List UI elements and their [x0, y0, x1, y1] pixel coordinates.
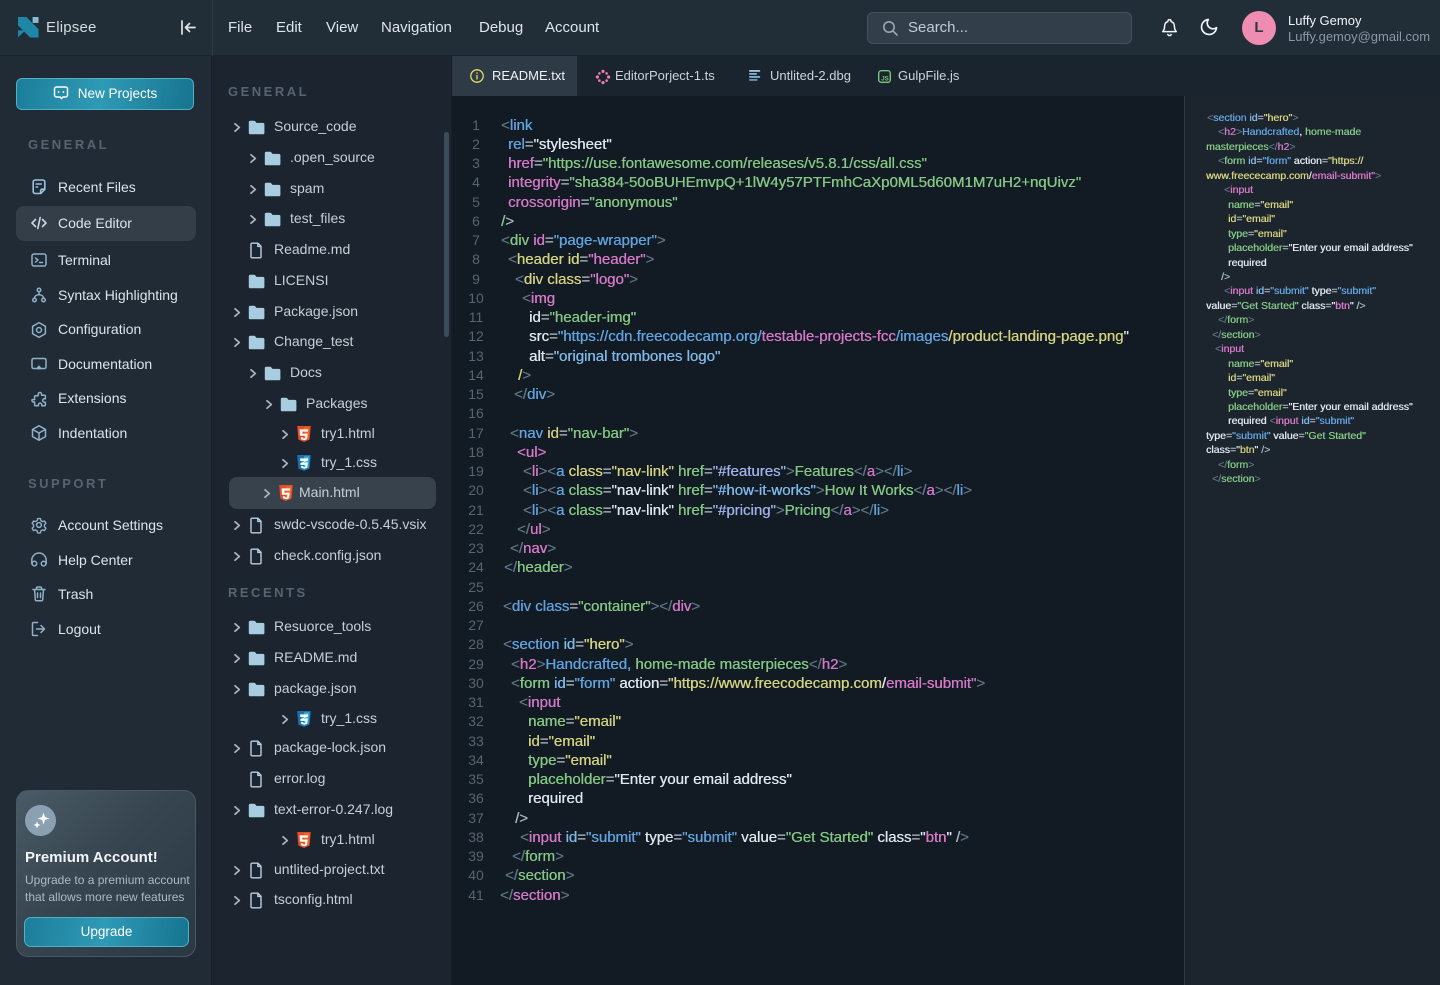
- svg-text:JS: JS: [881, 75, 889, 82]
